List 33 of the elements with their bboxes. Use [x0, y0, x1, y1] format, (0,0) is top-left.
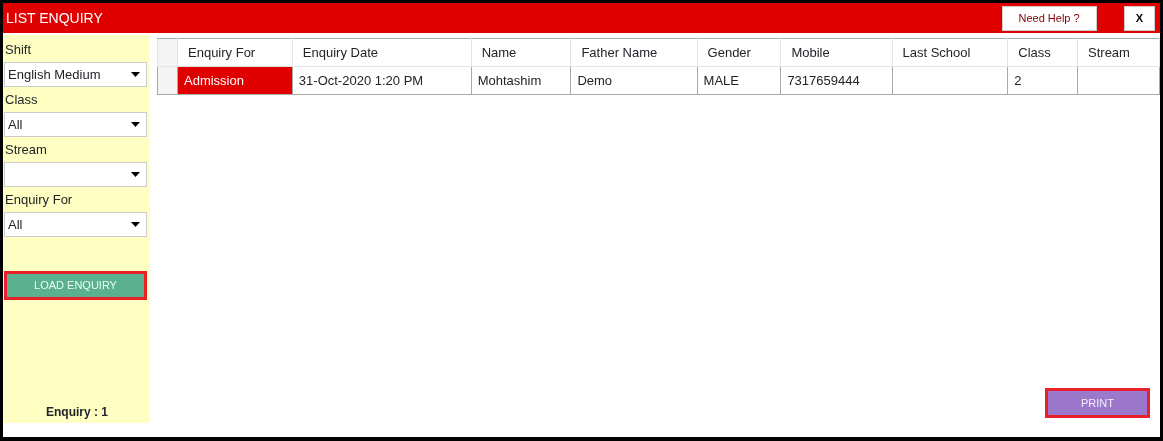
dropdown-arrow-icon	[131, 72, 140, 77]
column-header[interactable]: Last School	[892, 38, 1008, 67]
column-header[interactable]: Gender	[697, 38, 781, 67]
table-cell: Mohtashim	[471, 66, 571, 95]
column-header[interactable]: Mobile	[780, 38, 892, 67]
dropdown-field[interactable]: All	[4, 212, 147, 237]
dropdown-field[interactable]: English Medium	[4, 62, 147, 87]
table-cell: MALE	[697, 66, 781, 95]
field-label: Shift	[4, 41, 32, 59]
column-header[interactable]: Father Name	[570, 38, 698, 67]
field-label: Stream	[4, 141, 48, 159]
table-cell: Demo	[570, 66, 698, 95]
row-header[interactable]	[157, 66, 178, 95]
table-cell: Admission	[177, 66, 293, 95]
field-label: Enquiry For	[4, 191, 74, 209]
column-header[interactable]: Name	[471, 38, 571, 67]
table-cell: 31-Oct-2020 1:20 PM	[292, 66, 472, 95]
close-button[interactable]: X	[1123, 5, 1155, 31]
dropdown-arrow-icon	[131, 222, 140, 227]
column-header[interactable]: Stream	[1077, 38, 1160, 67]
column-header[interactable]: Class	[1007, 38, 1078, 67]
column-header[interactable]: Enquiry For	[177, 38, 293, 67]
dropdown-arrow-icon	[131, 122, 140, 127]
table-cell: 2	[1007, 66, 1078, 95]
field-label: Class	[4, 91, 39, 109]
enquiry-count: Enquiry : 1	[45, 404, 109, 421]
table-cell: 7317659444	[780, 66, 892, 95]
dropdown-field[interactable]	[4, 162, 147, 187]
window-title: LIST ENQUIRY	[6, 8, 104, 28]
column-header[interactable]: Enquiry Date	[292, 38, 472, 67]
help-button[interactable]: Need Help ?	[1001, 5, 1097, 31]
dropdown-field[interactable]: All	[4, 112, 147, 137]
dropdown-arrow-icon	[131, 172, 140, 177]
